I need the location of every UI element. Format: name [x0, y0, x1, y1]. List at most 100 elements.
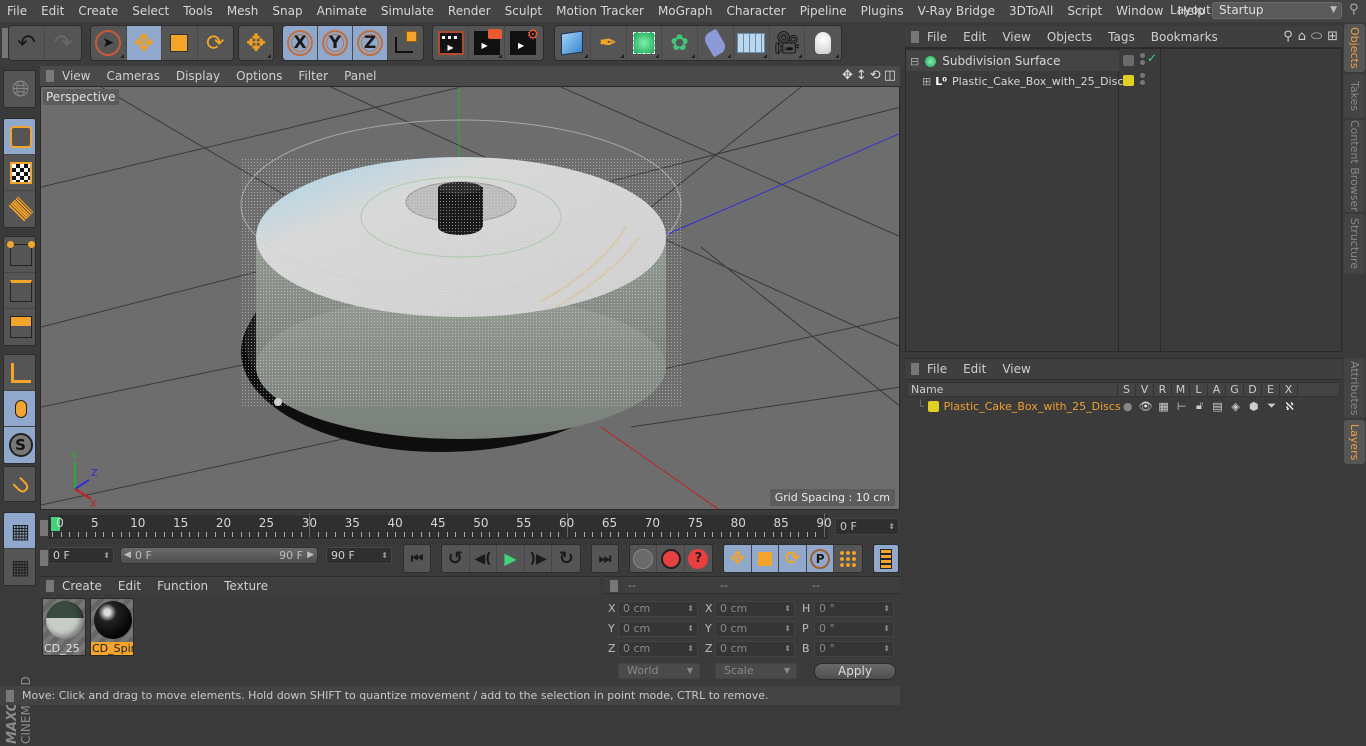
- menu-motion-tracker[interactable]: Motion Tracker: [549, 4, 651, 18]
- coordinates-grip[interactable]: [610, 580, 618, 592]
- end-frame-field[interactable]: 90 F ⬍: [326, 547, 392, 564]
- manager-hierarchy-icon[interactable]: ⊢: [1173, 400, 1191, 413]
- subdivision-surface-button[interactable]: [627, 26, 663, 60]
- x-axis-button[interactable]: X: [283, 26, 318, 60]
- rotate-button[interactable]: ⟳: [198, 26, 233, 60]
- object-row-cake-box[interactable]: ⊞ L⁰ Plastic_Cake_Box_with_25_Discs: [906, 71, 1129, 91]
- visibility-dots-icon[interactable]: [1140, 73, 1145, 85]
- home-icon[interactable]: ⌂: [1298, 29, 1306, 44]
- search-icon[interactable]: ⚲: [1283, 29, 1293, 44]
- floor-button[interactable]: [734, 26, 770, 60]
- render-picture-viewer-button[interactable]: ▶: [469, 26, 505, 60]
- viewport-menu-cameras[interactable]: Cameras: [98, 69, 167, 83]
- menu-sculpt[interactable]: Sculpt: [498, 4, 549, 18]
- column-view[interactable]: V: [1136, 383, 1154, 396]
- layer-row[interactable]: └ Plastic_Cake_Box_with_25_Discs ● 👁︎ ▦ …: [907, 398, 1340, 414]
- viewport-menu-filter[interactable]: Filter: [290, 69, 336, 83]
- timeline-window-button[interactable]: [874, 545, 898, 572]
- visibility-toggle-icon[interactable]: ⬭: [1311, 29, 1322, 44]
- column-expressions[interactable]: E: [1262, 383, 1280, 396]
- pos-y-field[interactable]: 0 cm ⬍: [618, 621, 698, 637]
- column-xrefs[interactable]: X: [1280, 383, 1298, 396]
- record-key-button[interactable]: [630, 545, 658, 572]
- start-frame-field[interactable]: 0 F ⬍: [48, 547, 114, 564]
- cube-button[interactable]: [555, 26, 591, 60]
- tab-attributes[interactable]: Attributes: [1344, 358, 1365, 418]
- solo-icon[interactable]: ●: [1119, 400, 1137, 413]
- transport-grip[interactable]: [40, 550, 48, 566]
- layer-color-icon[interactable]: [1123, 75, 1134, 86]
- key-scale-button[interactable]: [751, 545, 780, 572]
- range-left-arrow-icon[interactable]: ◀: [124, 548, 131, 563]
- goto-end-button[interactable]: ⏭: [592, 545, 618, 572]
- prev-key-button[interactable]: ↺: [442, 545, 470, 572]
- column-render[interactable]: R: [1154, 383, 1172, 396]
- object-row-subdivision-surface[interactable]: ⊟ Subdivision Surface: [906, 51, 1119, 71]
- material-menu-create[interactable]: Create: [54, 579, 110, 593]
- deformer-button[interactable]: [698, 26, 734, 60]
- apply-button[interactable]: Apply: [814, 663, 896, 680]
- viewport-menu-display[interactable]: Display: [168, 69, 228, 83]
- rot-h-field[interactable]: 0 ° ⬍: [814, 601, 894, 617]
- expand-icon[interactable]: ⊞: [922, 75, 931, 88]
- texture-mode-button[interactable]: [4, 155, 35, 191]
- redo-button[interactable]: ↷: [45, 26, 81, 60]
- key-parameter-button[interactable]: P: [806, 545, 835, 572]
- column-deformers[interactable]: D: [1244, 383, 1262, 396]
- y-axis-button[interactable]: Y: [318, 26, 353, 60]
- lock-workplane-button[interactable]: ▦: [4, 513, 35, 549]
- camera-button[interactable]: 🎥︎: [770, 26, 806, 60]
- size-mode-dropdown[interactable]: Scale ▼: [715, 663, 797, 679]
- current-frame-field[interactable]: 0 F ⬍: [835, 518, 899, 535]
- coordinate-space-dropdown[interactable]: World ▼: [618, 663, 700, 679]
- layout-select[interactable]: Startup ▼: [1212, 2, 1342, 19]
- generator-icon[interactable]: ◈: [1227, 400, 1245, 413]
- collapse-icon[interactable]: ⊟: [910, 55, 919, 68]
- new-window-icon[interactable]: ⊞: [1327, 29, 1338, 44]
- key-position-button[interactable]: ✥: [724, 545, 752, 572]
- cloner-button[interactable]: ✿: [662, 26, 698, 60]
- move-button[interactable]: ✥: [126, 26, 162, 60]
- menu-window[interactable]: Window: [1109, 4, 1170, 18]
- animation-icon[interactable]: ▤: [1209, 400, 1227, 413]
- objects-menu-file[interactable]: File: [919, 30, 955, 44]
- tab-content-browser[interactable]: Content Browser: [1344, 120, 1365, 212]
- pos-x-field[interactable]: 0 cm ⬍: [618, 601, 698, 617]
- object-manager-grip[interactable]: [911, 30, 919, 43]
- snapping-button[interactable]: S: [4, 427, 35, 463]
- polygons-mode-button[interactable]: [4, 309, 35, 345]
- search-icon[interactable]: ⚲: [1349, 2, 1359, 17]
- column-generators[interactable]: G: [1226, 383, 1244, 396]
- layers-menu-view[interactable]: View: [994, 362, 1038, 376]
- menu-tools[interactable]: Tools: [176, 4, 220, 18]
- column-manager[interactable]: M: [1172, 383, 1190, 396]
- menu-select[interactable]: Select: [125, 4, 176, 18]
- lock-icon[interactable]: 🔓︎: [1191, 399, 1209, 413]
- viewport-menu-view[interactable]: View: [54, 69, 98, 83]
- menu-animate[interactable]: Animate: [310, 4, 374, 18]
- menu-file[interactable]: File: [0, 4, 34, 18]
- goto-start-button[interactable]: ⏮: [404, 545, 430, 572]
- material-item[interactable]: CD_Spir: [90, 598, 134, 656]
- menu-plugins[interactable]: Plugins: [854, 4, 911, 18]
- column-name[interactable]: Name: [908, 383, 1118, 396]
- size-y-field[interactable]: 0 cm ⬍: [715, 621, 795, 637]
- timeline-grip[interactable]: [40, 520, 48, 536]
- layers-menu-edit[interactable]: Edit: [955, 362, 994, 376]
- magnet-button[interactable]: ∪: [4, 467, 35, 501]
- objects-menu-tags[interactable]: Tags: [1100, 30, 1143, 44]
- objects-menu-objects[interactable]: Objects: [1039, 30, 1100, 44]
- material-menu-function[interactable]: Function: [149, 579, 216, 593]
- pan-view-icon[interactable]: ✥: [842, 68, 853, 83]
- enabled-check-icon[interactable]: ✓: [1147, 51, 1157, 65]
- size-z-field[interactable]: 0 cm ⬍: [715, 641, 795, 657]
- make-editable-button[interactable]: 🌐︎: [4, 71, 35, 107]
- objects-menu-view[interactable]: View: [994, 30, 1038, 44]
- objects-menu-bookmarks[interactable]: Bookmarks: [1143, 30, 1226, 44]
- next-frame-button[interactable]: )▶︎: [525, 545, 553, 572]
- maximize-view-icon[interactable]: ◫: [884, 68, 896, 83]
- keyframe-selection-button[interactable]: ?: [685, 545, 712, 572]
- column-solo[interactable]: S: [1118, 383, 1136, 396]
- size-x-field[interactable]: 0 cm ⬍: [715, 601, 795, 617]
- render-view-button[interactable]: ▶: [433, 26, 469, 60]
